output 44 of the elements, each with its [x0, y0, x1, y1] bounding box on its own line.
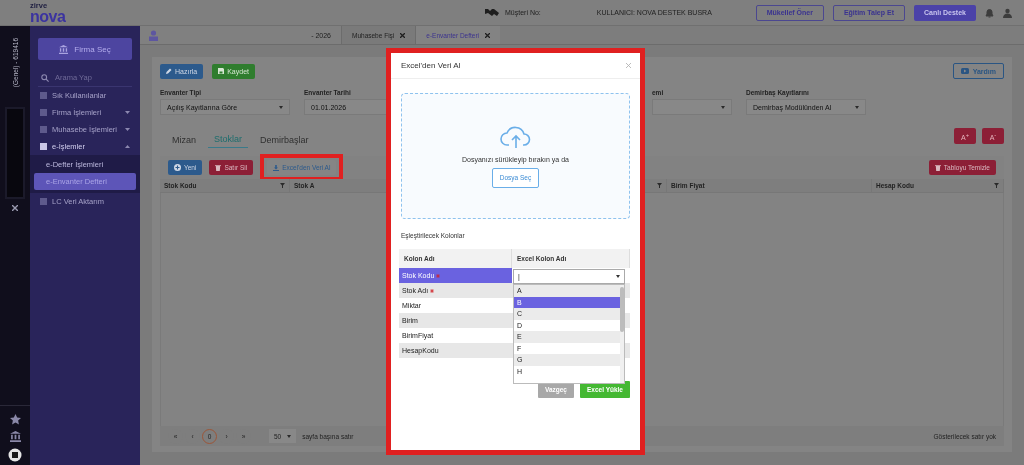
pencil-icon	[166, 68, 172, 74]
filter-icon[interactable]	[657, 183, 662, 188]
caret-icon	[125, 145, 130, 148]
close-icon[interactable]	[400, 32, 406, 38]
trash-icon	[215, 164, 222, 171]
caret-icon	[279, 105, 283, 109]
bell-icon[interactable]	[985, 7, 994, 18]
select-field[interactable]	[652, 99, 732, 115]
dialog-title: Excel'den Veri Al	[401, 61, 461, 70]
floppy-icon	[218, 68, 225, 74]
section-tab[interactable]: Mizan	[166, 135, 202, 148]
square-icon	[40, 198, 47, 205]
star-icon[interactable]	[9, 414, 21, 425]
square-icon	[40, 92, 47, 99]
cloud-upload-icon	[499, 124, 532, 149]
required-icon	[436, 273, 441, 278]
scrollbar[interactable]	[620, 285, 624, 383]
caret-icon	[125, 111, 130, 114]
handshake-icon	[485, 7, 499, 18]
caret-icon	[125, 128, 130, 131]
caret-icon	[855, 105, 859, 109]
plus-circle-icon	[174, 164, 181, 171]
company-select-button[interactable]: Firma Seç	[38, 38, 132, 60]
close-icon[interactable]	[485, 32, 491, 38]
section-tab[interactable]: Demirbaşlar	[254, 135, 315, 148]
bank-icon[interactable]	[9, 431, 21, 442]
filter-icon[interactable]	[994, 183, 999, 188]
square-icon	[40, 109, 47, 116]
caret-icon	[287, 434, 292, 438]
user-icon[interactable]	[1003, 7, 1012, 18]
trash-icon	[934, 164, 941, 171]
search-icon	[41, 73, 49, 82]
caret-icon	[721, 105, 725, 109]
video-icon	[960, 68, 969, 74]
person-icon	[149, 29, 158, 41]
caret-icon	[616, 275, 620, 278]
badge-icon[interactable]	[8, 448, 22, 462]
bank-icon	[59, 44, 69, 54]
square-icon	[40, 126, 47, 133]
filter-icon[interactable]	[280, 183, 285, 188]
close-icon[interactable]	[12, 205, 18, 212]
required-icon	[430, 288, 435, 293]
download-icon	[273, 164, 280, 171]
square-icon	[40, 143, 47, 150]
